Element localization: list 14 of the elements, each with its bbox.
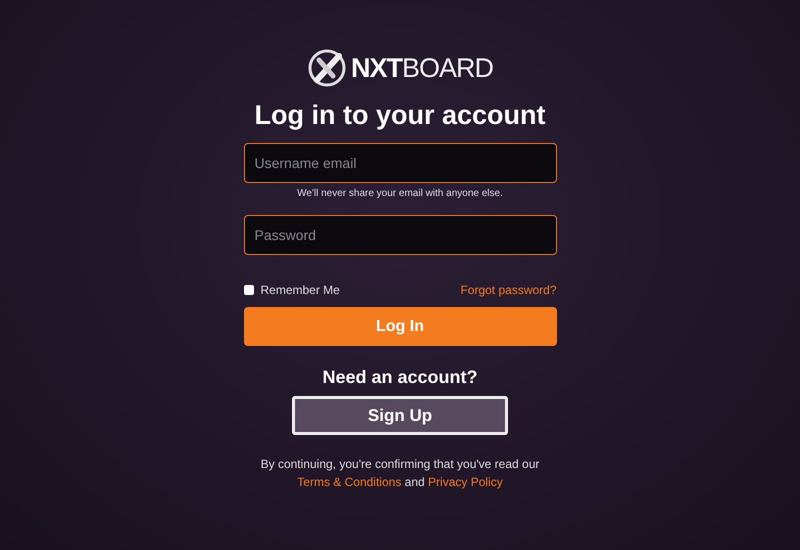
signup-button[interactable]: Sign Up [292,396,508,435]
signup-prompt: Need an account? [322,367,478,388]
page-heading: Log in to your account [254,100,546,131]
logo-wordmark: NXTBOARD [350,52,494,84]
remember-checkbox[interactable] [244,285,254,295]
terms-link[interactable]: Terms & Conditions [297,475,402,489]
legal-notice: By continuing, you're confirming that you've read our Terms & Conditions and Privacy Policy [260,456,540,491]
logo-icon [306,48,347,88]
username-field[interactable]: Username email [244,143,556,183]
help-text: We'll never share your email with anyone else. [297,188,503,199]
privacy-link[interactable]: Privacy Policy [428,475,503,489]
forgot-password-link[interactable]: Forgot password? [460,283,556,297]
password-field[interactable]: Password [244,215,556,255]
remember-label: Remember Me [260,283,340,297]
